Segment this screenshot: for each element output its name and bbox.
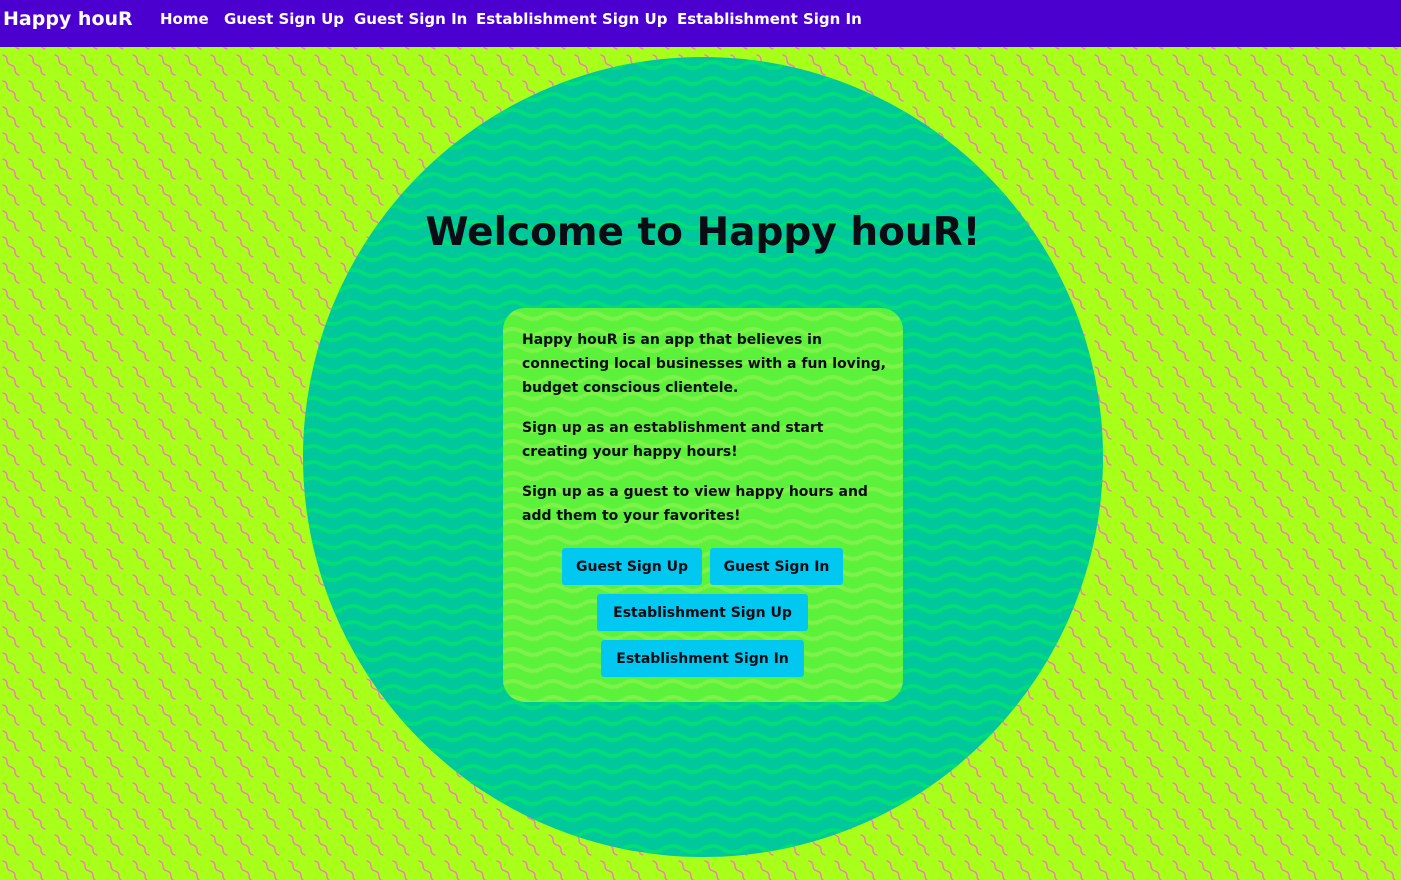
page-title: Welcome to Happy houR!	[425, 210, 981, 255]
establishment-sign-in-button[interactable]: Establishment Sign In	[601, 640, 804, 677]
nav-link-establishment-sign-up[interactable]: Establishment Sign Up	[476, 10, 667, 28]
nav-link-guest-sign-in[interactable]: Guest Sign In	[354, 10, 467, 28]
nav-link-home[interactable]: Home	[160, 10, 209, 28]
guest-paragraph: Sign up as a guest to view happy hours a…	[522, 484, 868, 524]
intro-paragraph: Happy houR is an app that believes in co…	[522, 332, 886, 396]
nav-link-guest-sign-up[interactable]: Guest Sign Up	[224, 10, 344, 28]
establishment-paragraph: Sign up as an establishment and start cr…	[522, 420, 824, 460]
establishment-sign-up-button[interactable]: Establishment Sign Up	[597, 594, 808, 631]
brand-logo-link[interactable]: Happy houR	[3, 8, 133, 30]
nav-link-establishment-sign-in[interactable]: Establishment Sign In	[677, 10, 862, 28]
guest-sign-up-button[interactable]: Guest Sign Up	[562, 548, 702, 585]
welcome-card: Happy houR is an app that believes in co…	[503, 308, 903, 702]
guest-sign-in-button[interactable]: Guest Sign In	[710, 548, 843, 585]
top-navbar: Happy houR Home Guest Sign Up Guest Sign…	[0, 0, 1401, 47]
